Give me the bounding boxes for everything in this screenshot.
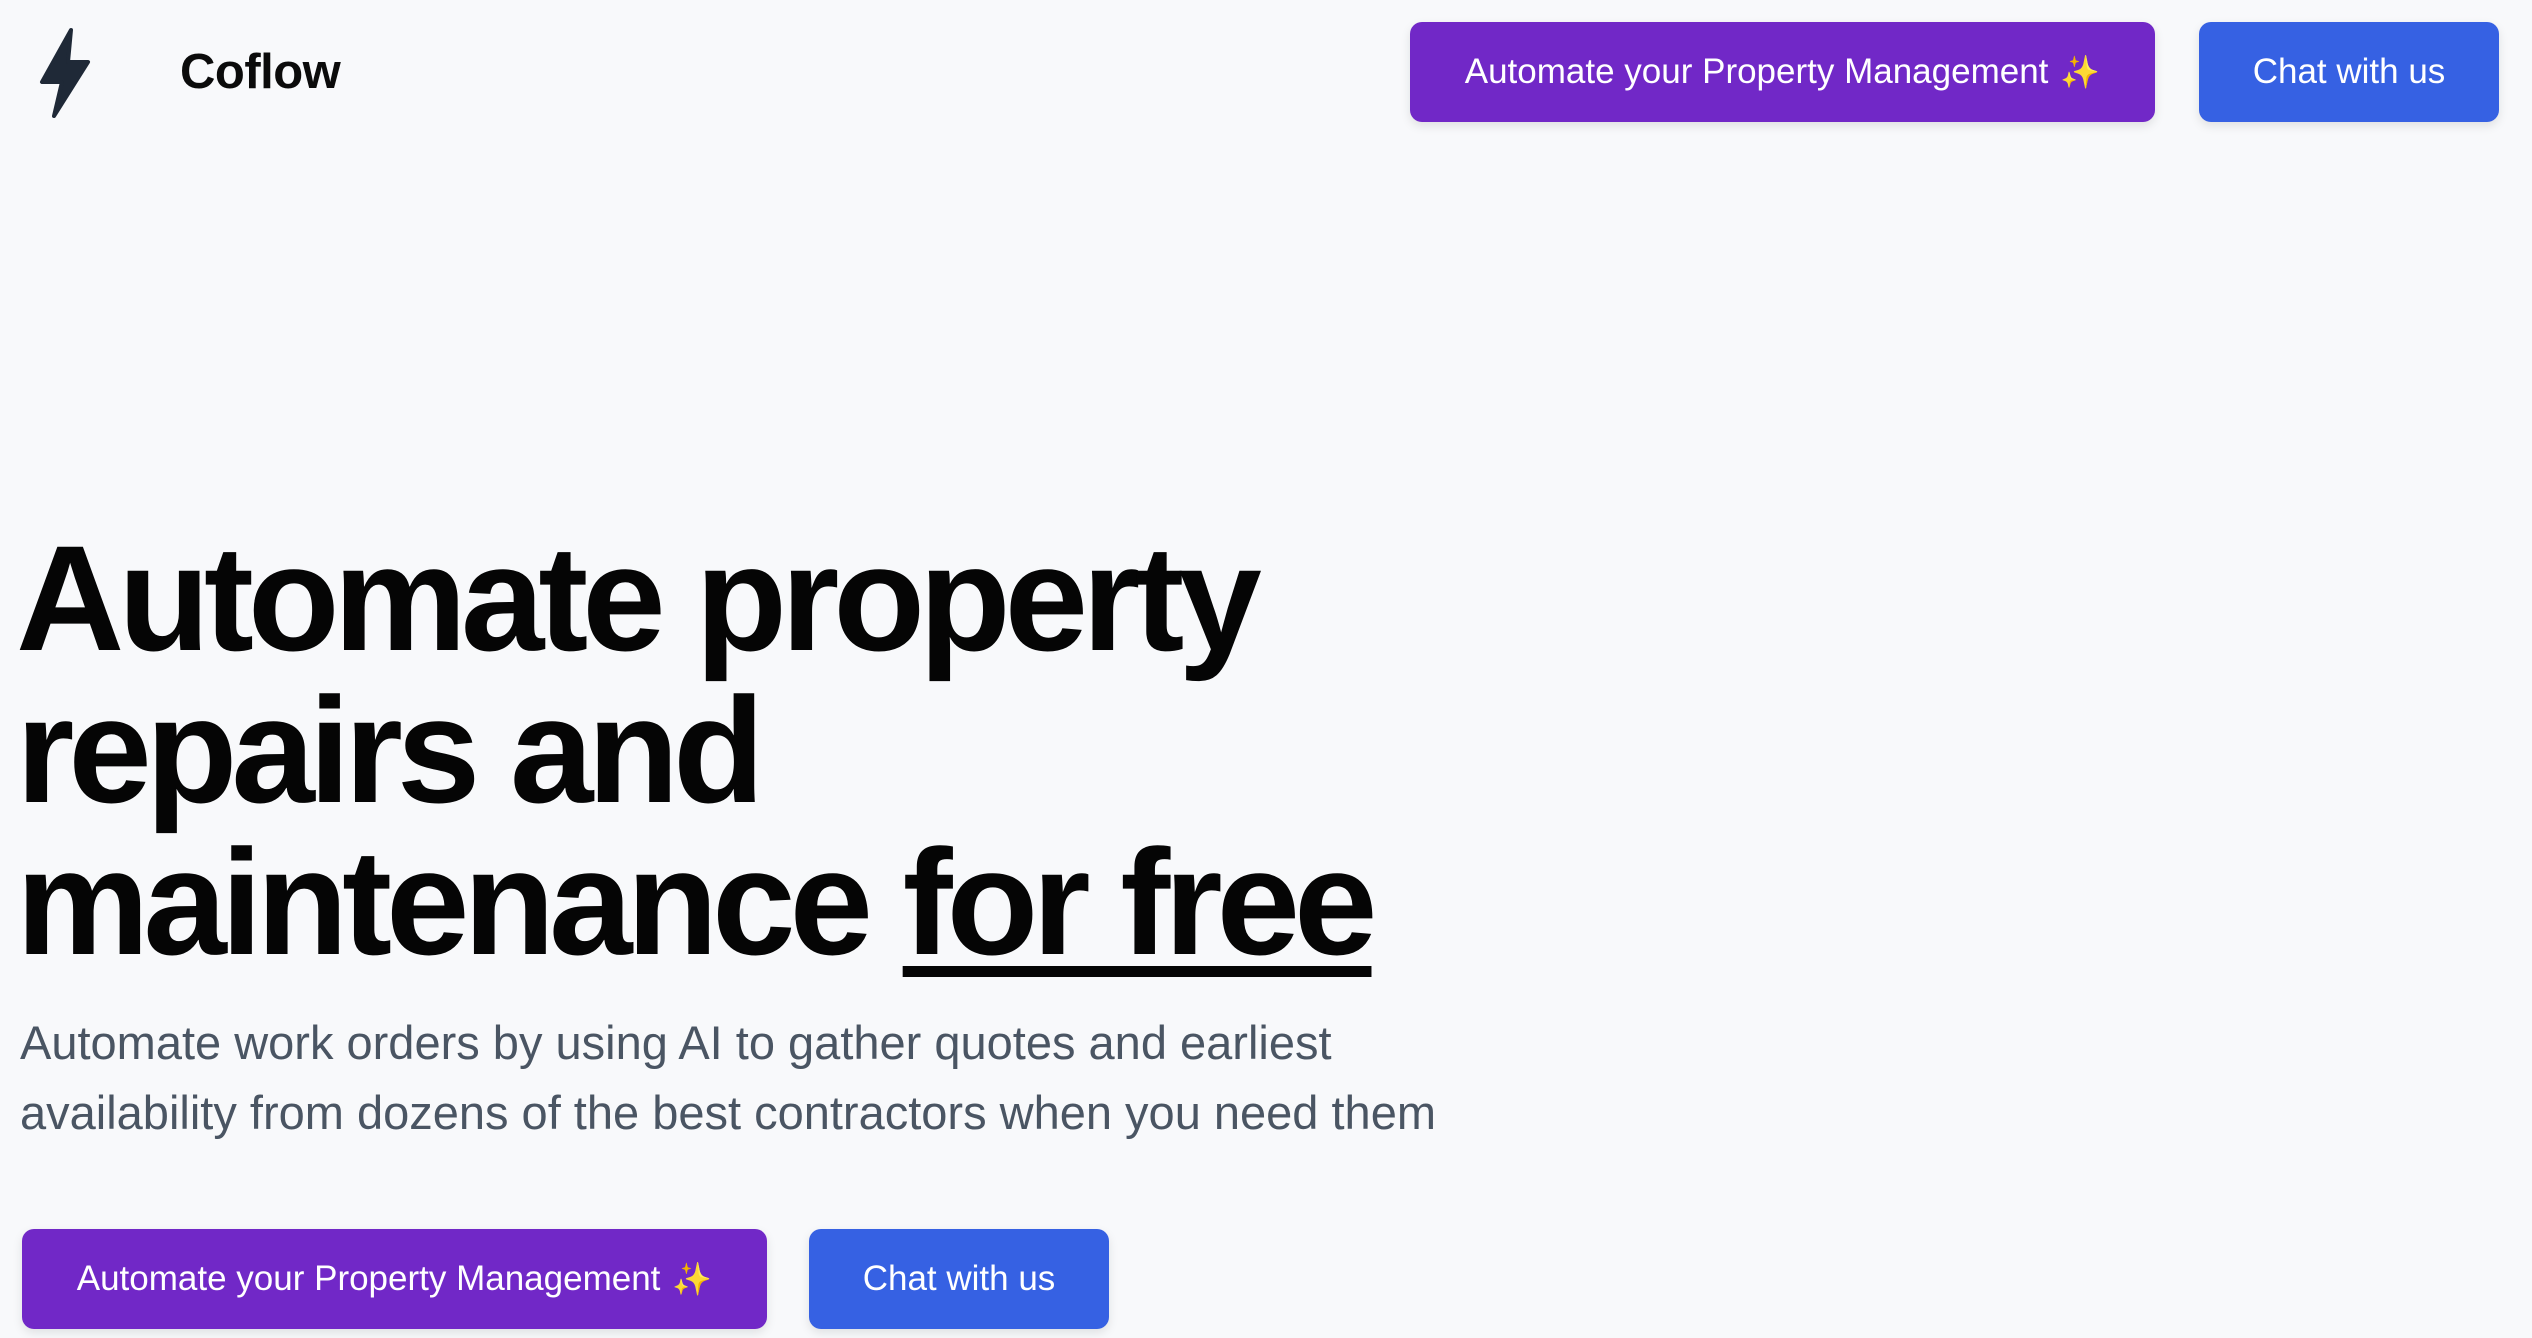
hero-chat-with-us-button[interactable]: Chat with us	[809, 1229, 1109, 1329]
nav-chat-with-us-button[interactable]: Chat with us	[2199, 22, 2499, 122]
hero-automate-button-label: Automate your Property Management	[76, 1259, 661, 1298]
hero-subtitle: Automate work orders by using AI to gath…	[20, 1016, 1436, 1139]
headline-line-1: Automate property	[16, 514, 1262, 682]
nav-automate-button-label: Automate your Property Management	[1464, 52, 2049, 91]
sparkles-icon: ✨	[672, 1261, 713, 1297]
headline-line-3: maintenance for free	[16, 826, 1377, 978]
hero-automate-property-management-button[interactable]: Automate your Property Management ✨	[22, 1229, 767, 1329]
lightning-bolt-icon	[40, 28, 90, 118]
hero-chat-button-label: Chat with us	[862, 1259, 1056, 1298]
nav-automate-property-management-button[interactable]: Automate your Property Management ✨	[1410, 22, 2155, 122]
brand-name[interactable]: Coflow	[180, 44, 341, 100]
sparkles-icon: ✨	[2060, 54, 2101, 90]
headline-emphasis-for-free: for free	[902, 818, 1378, 986]
nav-chat-button-label: Chat with us	[2252, 52, 2446, 91]
headline-line-3-prefix: maintenance	[16, 818, 903, 986]
hero-headline: Automate property repairs and maintenanc…	[16, 514, 1377, 978]
headline-line-2: repairs and	[16, 666, 765, 834]
